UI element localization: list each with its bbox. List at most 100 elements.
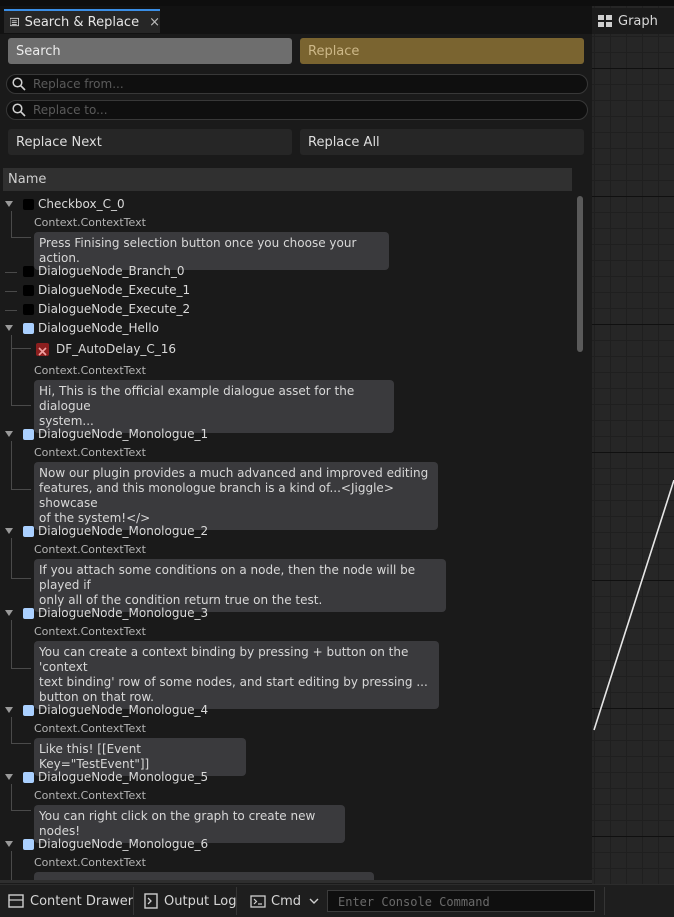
tree-node[interactable]: DialogueNode_Monologue_4 (0, 702, 570, 720)
node-color-swatch (23, 705, 34, 716)
node-label: DialogueNode_Monologue_1 (38, 427, 209, 441)
node-label: DialogueNode_Monologue_4 (38, 703, 209, 717)
node-color-swatch (23, 285, 34, 296)
context-label: Context.ContextText (34, 216, 146, 229)
node-color-swatch (23, 608, 34, 619)
expand-arrow-icon[interactable] (5, 707, 13, 713)
tree-node[interactable]: Checkbox_C_0 (0, 196, 570, 214)
replace-to-input[interactable] (31, 102, 575, 118)
tree-guide-line (11, 405, 31, 406)
search-replace-panel: Search & Replace × Search Replace Replac… (0, 6, 592, 884)
tree-guide-line (5, 291, 17, 292)
node-label: DialogueNode_Hello (38, 321, 159, 335)
log-icon (144, 893, 158, 909)
content-drawer-button[interactable]: Content Drawer (8, 887, 133, 915)
graph-tab-label: Graph (618, 13, 658, 29)
tree-guide-line (11, 578, 31, 579)
divider (604, 887, 605, 915)
horizontal-scrollbar[interactable] (0, 880, 592, 883)
node-color-swatch (23, 323, 34, 334)
console-command-input[interactable] (336, 894, 590, 910)
expand-arrow-icon[interactable] (5, 528, 13, 534)
tree-guide-line (11, 810, 31, 811)
tree-node[interactable]: DialogueNode_Hello (0, 320, 570, 338)
node-label: DialogueNode_Branch_0 (38, 264, 185, 278)
context-text-bubble[interactable]: Now our plugin provides a much advanced … (34, 462, 438, 530)
bubble-line: text binding' row of some nodes, and sta… (39, 675, 428, 689)
close-icon[interactable]: × (149, 15, 160, 30)
search-mode-button[interactable]: Search (8, 38, 292, 64)
cmd-label: Cmd (271, 893, 301, 909)
tree-node[interactable]: DialogueNode_Execute_2 (0, 301, 570, 319)
bubble-line: features, and this monologue branch is a… (39, 481, 394, 510)
console-command-field[interactable] (327, 890, 595, 912)
expand-arrow-icon[interactable] (5, 841, 13, 847)
node-label: Checkbox_C_0 (38, 197, 125, 211)
node-color-swatch (23, 429, 34, 440)
context-label: Context.ContextText (34, 625, 146, 638)
graph-canvas[interactable] (592, 6, 674, 884)
tree-node-child[interactable]: DF_AutoDelay_C_16 (0, 341, 570, 359)
node-color-swatch (23, 304, 34, 315)
node-color-swatch (23, 266, 34, 277)
node-label: DialogueNode_Monologue_2 (38, 524, 209, 538)
node-label: DialogueNode_Execute_2 (38, 302, 191, 316)
expand-arrow-icon[interactable] (5, 774, 13, 780)
tab-search-replace[interactable]: Search & Replace × (4, 9, 160, 33)
tree-guide-line (11, 620, 12, 668)
tree-node[interactable]: DialogueNode_Branch_0 (0, 263, 570, 281)
node-color-swatch (23, 199, 34, 210)
expand-arrow-icon[interactable] (5, 431, 13, 437)
content-drawer-label: Content Drawer (30, 893, 134, 909)
replace-all-button[interactable]: Replace All (300, 129, 584, 155)
tree-guide-line (11, 851, 12, 881)
bubble-line: If you attach some conditions on a node,… (39, 563, 416, 592)
node-color-swatch (23, 839, 34, 850)
replace-from-field[interactable] (6, 74, 588, 94)
node-color-swatch (23, 772, 34, 783)
context-text-bubble[interactable]: You can create a context binding by pres… (34, 641, 439, 709)
tree-guide-line (11, 489, 31, 490)
replace-mode-button[interactable]: Replace (300, 38, 584, 64)
vertical-scrollbar[interactable] (577, 196, 583, 352)
divider (236, 887, 237, 915)
graph-connection-wire (593, 480, 674, 731)
search-icon (12, 103, 26, 117)
tree-guide-line (11, 784, 12, 810)
tree-node[interactable]: DialogueNode_Monologue_5 (0, 769, 570, 787)
tree-node[interactable]: DialogueNode_Monologue_1 (0, 426, 570, 444)
status-bar: Content Drawer Output Log Cmd (0, 884, 674, 917)
expand-arrow-icon[interactable] (5, 325, 13, 331)
context-label: Context.ContextText (34, 446, 146, 459)
replace-next-button[interactable]: Replace Next (8, 129, 292, 155)
tree-node[interactable]: DialogueNode_Monologue_6 (0, 836, 570, 854)
tree-guide-line (11, 743, 31, 744)
replace-from-input[interactable] (31, 76, 575, 92)
tree-node[interactable]: DialogueNode_Monologue_2 (0, 523, 570, 541)
column-header-name[interactable]: Name (3, 168, 572, 191)
tab-title: Search & Replace (24, 14, 140, 30)
node-label: DialogueNode_Monologue_3 (38, 606, 209, 620)
context-label: Context.ContextText (34, 789, 146, 802)
output-log-button[interactable]: Output Log (144, 887, 237, 915)
output-log-label: Output Log (164, 893, 237, 909)
node-label: DialogueNode_Execute_1 (38, 283, 191, 297)
replace-to-field[interactable] (6, 100, 588, 120)
tree-guide-line (11, 237, 31, 238)
drawer-icon (8, 894, 24, 908)
list-icon (10, 17, 19, 27)
tab-graph[interactable]: Graph (592, 8, 674, 34)
tree-node[interactable]: DialogueNode_Execute_1 (0, 282, 570, 300)
tree-guide-line (11, 441, 12, 489)
cmd-dropdown[interactable]: Cmd (250, 887, 319, 915)
context-label: Context.ContextText (34, 364, 146, 377)
bubble-line: Hi, This is the official example dialogu… (39, 384, 355, 413)
tree-node[interactable]: DialogueNode_Monologue_3 (0, 605, 570, 623)
terminal-icon (250, 894, 266, 908)
tree-guide-line (11, 538, 12, 578)
expand-arrow-icon[interactable] (5, 610, 13, 616)
context-label: Context.ContextText (34, 856, 146, 869)
expand-arrow-icon[interactable] (5, 201, 13, 207)
chevron-down-icon (309, 898, 319, 904)
tree-guide-line (5, 272, 17, 273)
